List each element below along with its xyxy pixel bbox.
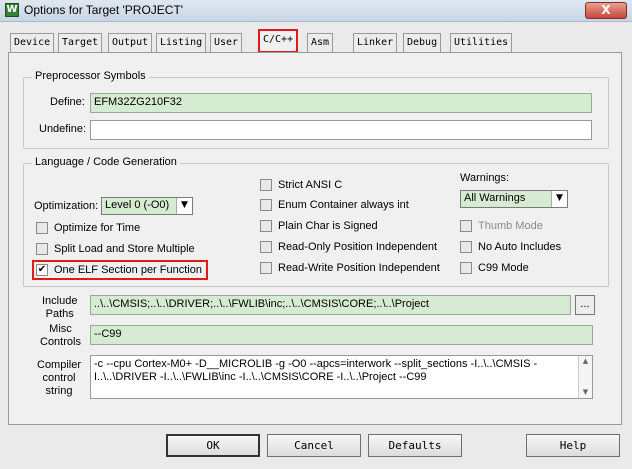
- compiler-label-line2: control: [42, 372, 76, 384]
- checkbox-label: Enum Container always int: [278, 199, 409, 211]
- include-paths-label-line2: Paths: [45, 308, 74, 320]
- defaults-button[interactable]: Defaults: [368, 434, 462, 457]
- language-group: Language / Code Generation Optimization:…: [23, 156, 609, 287]
- checkbox-box: [460, 241, 472, 253]
- tab-asm[interactable]: Asm: [307, 33, 334, 52]
- include-paths-label: Include Paths: [42, 295, 77, 321]
- thumb-mode-checkbox[interactable]: Thumb Mode: [460, 220, 543, 232]
- tab-debug[interactable]: Debug: [403, 33, 442, 52]
- checkbox-label: Read-Only Position Independent: [278, 241, 437, 253]
- compiler-string-scrollbar[interactable]: ▲ ▼: [578, 356, 592, 398]
- help-button[interactable]: Help: [526, 434, 620, 457]
- checkbox-box: [36, 243, 48, 255]
- checkbox-label: Read-Write Position Independent: [278, 262, 440, 274]
- checkbox-label: Split Load and Store Multiple: [54, 243, 195, 255]
- checkbox-label: Plain Char is Signed: [278, 220, 378, 232]
- undefine-label: Undefine:: [39, 123, 87, 135]
- compiler-label-line1: Compiler: [37, 359, 82, 371]
- define-field[interactable]: EFM32ZG210F32: [90, 93, 592, 113]
- optimization-select[interactable]: Level 0 (-O0) ▼: [101, 197, 193, 215]
- preprocessor-group-title: Preprocessor Symbols: [32, 70, 149, 82]
- chevron-down-icon: ▼: [551, 191, 567, 207]
- compiler-control-string-label: Compiler control string: [37, 359, 81, 398]
- compiler-control-string-field[interactable]: -c --cpu Cortex-M0+ -D__MICROLIB -g -O0 …: [90, 355, 593, 399]
- checkbox-label: C99 Mode: [478, 262, 529, 274]
- optimization-value: Level 0 (-O0): [105, 199, 170, 211]
- ro-position-independent-checkbox[interactable]: Read-Only Position Independent: [260, 241, 437, 253]
- strict-ansi-c-checkbox[interactable]: Strict ANSI C: [260, 179, 342, 191]
- tab-user[interactable]: User: [210, 33, 243, 52]
- optimization-label: Optimization:: [34, 200, 99, 212]
- c99-mode-checkbox[interactable]: C99 Mode: [460, 262, 529, 274]
- one-elf-section-checkbox[interactable]: ✔ One ELF Section per Function: [32, 260, 208, 280]
- misc-controls-label-line1: Misc: [49, 323, 72, 335]
- tab-output[interactable]: Output: [108, 33, 153, 52]
- tab-utilities[interactable]: Utilities: [450, 33, 513, 52]
- include-paths-field[interactable]: ..\..\CMSIS;..\..\DRIVER;..\..\FWLIB\inc…: [90, 295, 571, 315]
- checkbox-box: [460, 262, 472, 274]
- tab-linker[interactable]: Linker: [353, 33, 398, 52]
- title-bar: W Options for Target 'PROJECT' X: [0, 0, 632, 22]
- checkbox-label: No Auto Includes: [478, 241, 562, 253]
- chevron-down-icon: ▼: [176, 198, 192, 214]
- tab-target[interactable]: Target: [58, 33, 103, 52]
- checkbox-box: [260, 179, 272, 191]
- scroll-down-icon[interactable]: ▼: [579, 387, 592, 398]
- plain-char-signed-checkbox[interactable]: Plain Char is Signed: [260, 220, 378, 232]
- scroll-up-icon[interactable]: ▲: [579, 356, 592, 367]
- checkbox-box: [36, 222, 48, 234]
- checkbox-box: [460, 220, 472, 232]
- split-load-store-checkbox[interactable]: Split Load and Store Multiple: [36, 243, 195, 255]
- rw-position-independent-checkbox[interactable]: Read-Write Position Independent: [260, 262, 440, 274]
- window-title: Options for Target 'PROJECT': [24, 3, 184, 17]
- no-auto-includes-checkbox[interactable]: No Auto Includes: [460, 241, 561, 253]
- warnings-select[interactable]: All Warnings ▼: [460, 190, 568, 208]
- checkbox-box: [260, 199, 272, 211]
- checkbox-label: Thumb Mode: [478, 220, 543, 232]
- warnings-value: All Warnings: [464, 192, 526, 204]
- include-paths-label-line1: Include: [42, 295, 78, 307]
- close-button[interactable]: X: [585, 2, 627, 19]
- misc-controls-label: Misc Controls: [40, 323, 81, 349]
- misc-controls-label-line2: Controls: [40, 336, 81, 348]
- enum-container-checkbox[interactable]: Enum Container always int: [260, 199, 409, 211]
- tab-c-cpp[interactable]: C/C++: [257, 29, 299, 53]
- misc-controls-field[interactable]: --C99: [90, 325, 593, 345]
- cancel-button[interactable]: Cancel: [267, 434, 361, 457]
- language-group-title: Language / Code Generation: [32, 156, 180, 168]
- app-icon: W: [5, 3, 19, 17]
- check-icon: ✔: [36, 264, 48, 276]
- optimize-for-time-checkbox[interactable]: Optimize for Time: [36, 222, 140, 234]
- ok-button[interactable]: OK: [166, 434, 260, 457]
- checkbox-box: [260, 262, 272, 274]
- tab-device[interactable]: Device: [10, 33, 55, 52]
- define-label: Define:: [50, 96, 85, 108]
- preprocessor-group: Preprocessor Symbols Define: EFM32ZG210F…: [23, 70, 609, 149]
- options-panel: Preprocessor Symbols Define: EFM32ZG210F…: [8, 52, 622, 425]
- warnings-label: Warnings:: [460, 172, 510, 184]
- checkbox-box: [260, 241, 272, 253]
- checkbox-label: Strict ANSI C: [278, 179, 343, 191]
- checkbox-box: [260, 220, 272, 232]
- tab-listing[interactable]: Listing: [156, 33, 207, 52]
- undefine-field[interactable]: [90, 120, 592, 140]
- checkbox-label: Optimize for Time: [54, 222, 141, 234]
- compiler-label-line3: string: [45, 385, 73, 397]
- checkbox-label: One ELF Section per Function: [54, 264, 202, 276]
- browse-include-paths-button[interactable]: ...: [575, 295, 595, 315]
